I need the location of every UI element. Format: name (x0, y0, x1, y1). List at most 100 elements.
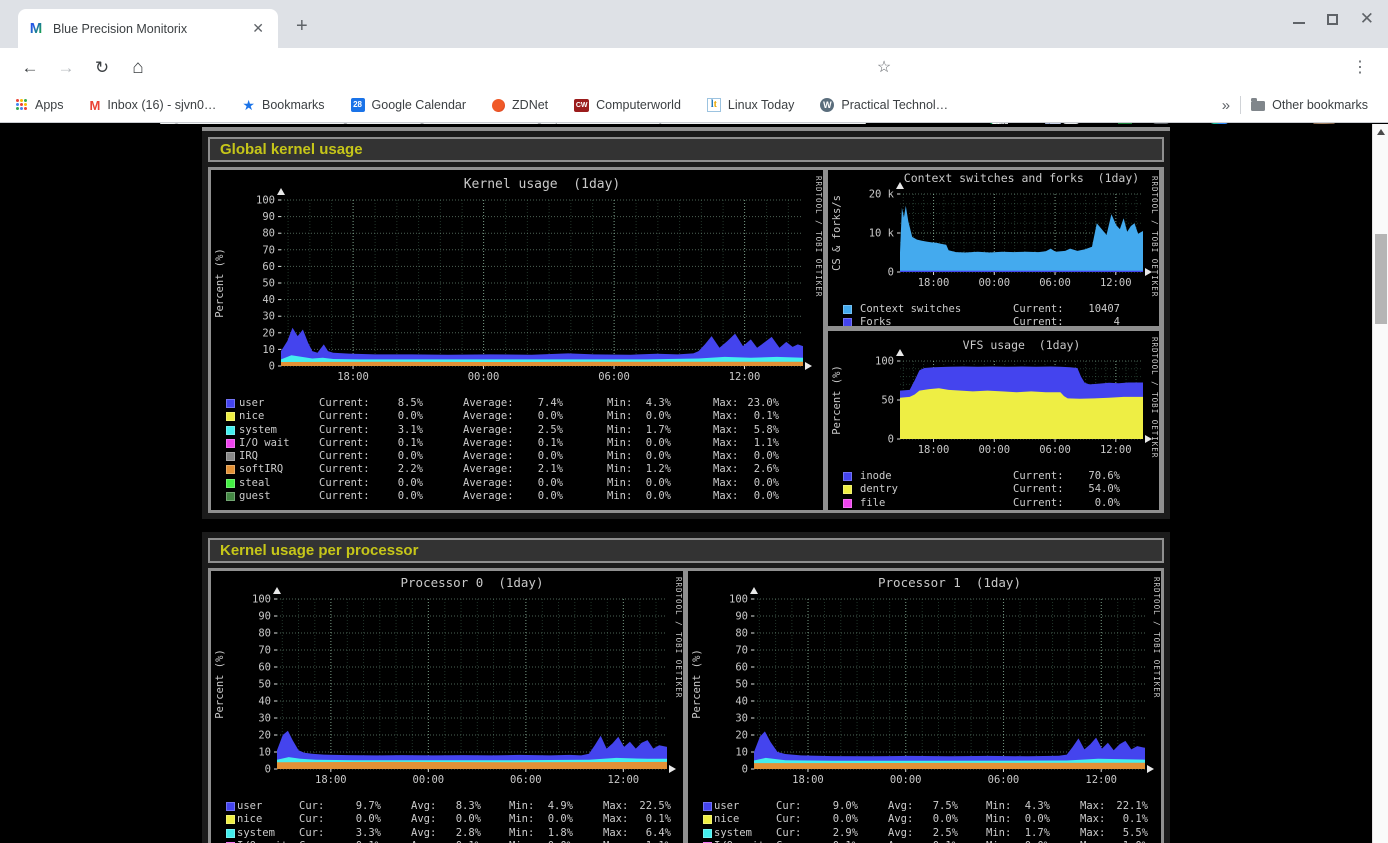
context-switches-graph[interactable]: 18:0000:0006:0012:00010 k20 kContext swi… (828, 170, 1159, 326)
bookmarks-bar: Apps M Inbox (16) - sjvn0… ★ Bookmarks 2… (0, 88, 1388, 123)
svg-text:00:00: 00:00 (978, 277, 1010, 289)
bookmark-label: Inbox (16) - sjvn0… (107, 98, 216, 112)
bookmark-apps[interactable]: Apps (16, 98, 64, 112)
svg-text:06:00: 06:00 (1039, 444, 1071, 456)
minimize-button[interactable] (1293, 22, 1305, 24)
processor1-graph[interactable]: 18:0000:0006:0012:0001020304050607080901… (688, 571, 1161, 843)
page-scrollbar[interactable] (1372, 124, 1388, 843)
svg-text:90: 90 (735, 611, 748, 623)
legend-stat-name: Max: (713, 424, 738, 436)
legend-stat-name: Current: (1013, 483, 1064, 495)
home-button[interactable]: ⌂ (126, 56, 150, 80)
svg-text:20: 20 (735, 730, 748, 742)
legend-stat-value: 9.0% (833, 800, 858, 812)
legend-swatch-softIRQ (226, 465, 235, 474)
legend-stat-name: Current: (319, 410, 370, 422)
legend-stat-value: 8.5% (398, 397, 423, 409)
svg-text:18:00: 18:00 (918, 444, 950, 456)
bookmark-inbox[interactable]: M Inbox (16) - sjvn0… (90, 98, 217, 113)
svg-text:70: 70 (262, 244, 275, 256)
scrollbar-thumb[interactable] (1375, 234, 1387, 324)
legend-row: softIRQCurrent:2.2%Average:2.1%Min:1.2%M… (211, 463, 823, 476)
svg-text:70: 70 (735, 645, 748, 657)
legend-swatch-system (226, 829, 235, 838)
legend-stat-value: 0.0% (646, 490, 671, 502)
back-button[interactable]: ← (18, 56, 42, 80)
legend-stat-name: Average: (463, 463, 514, 475)
legend-stat-name: Min: (986, 827, 1011, 839)
legend-stat-value: 2.1% (538, 463, 563, 475)
browser-menu-icon[interactable]: ⋮ (1348, 56, 1372, 80)
legend-stat-value: 5.5% (1123, 827, 1148, 839)
scrollbar-up-arrow-icon[interactable] (1377, 129, 1385, 135)
legend-stat-value: 23.0% (747, 397, 779, 409)
new-tab-button[interactable]: + (296, 16, 308, 36)
legend-stat-value: 1.7% (646, 424, 671, 436)
legend-label: system (714, 827, 752, 839)
legend-stat-value: 5.8% (754, 424, 779, 436)
legend-stat-value: 3.3% (356, 827, 381, 839)
tab-close-icon[interactable]: ✕ (248, 20, 268, 37)
svg-text:30: 30 (735, 713, 748, 725)
bookmarks-overflow-chevron[interactable]: » (1222, 97, 1230, 114)
legend-stat-value: 2.5% (933, 827, 958, 839)
bookmark-practical-technology[interactable]: W Practical Technol… (820, 98, 948, 112)
svg-text:40: 40 (735, 696, 748, 708)
browser-tab[interactable]: M Blue Precision Monitorix ✕ (18, 9, 278, 48)
bookmark-google-calendar[interactable]: 28 Google Calendar (351, 98, 467, 112)
bookmark-linux-today[interactable]: lt Linux Today (707, 98, 795, 112)
legend-stat-name: Cur: (299, 813, 324, 825)
legend-stat-name: Cur: (776, 813, 801, 825)
proc0-legend: userCur:9.7%Avg:8.3%Min:4.9%Max:22.5%nic… (211, 800, 683, 843)
legend-stat-name: Avg: (888, 813, 913, 825)
legend-stat-value: 1.7% (1025, 827, 1050, 839)
legend-stat-value: 0.0% (398, 450, 423, 462)
processor0-graph[interactable]: 18:0000:0006:0012:0001020304050607080901… (211, 571, 683, 843)
svg-text:50: 50 (735, 679, 748, 691)
legend-label: inode (860, 470, 892, 482)
legend-row: dentryCurrent:54.0% (828, 483, 1159, 496)
zdnet-icon (492, 99, 505, 112)
legend-stat-value: 0.0% (356, 813, 381, 825)
svg-text:00:00: 00:00 (413, 774, 445, 786)
legend-stat-name: Average: (463, 450, 514, 462)
svg-text:90: 90 (262, 211, 275, 223)
svg-text:06:00: 06:00 (510, 774, 542, 786)
legend-stat-value: 0.0% (833, 813, 858, 825)
legend-stat-name: Min: (509, 827, 534, 839)
legend-stat-name: Min: (607, 490, 632, 502)
legend-stat-name: Avg: (411, 813, 436, 825)
reload-button[interactable]: ↻ (90, 56, 114, 80)
bookmark-zdnet[interactable]: ZDNet (492, 98, 548, 112)
svg-text:50: 50 (881, 395, 894, 407)
forward-button[interactable]: → (54, 56, 78, 80)
legend-stat-name: Current: (319, 397, 370, 409)
svg-text:20: 20 (262, 327, 275, 339)
legend-stat-value: 0.1% (754, 410, 779, 422)
right-column: 18:0000:0006:0012:00010 k20 kContext swi… (828, 170, 1159, 510)
maximize-button[interactable] (1327, 14, 1338, 25)
bookmark-bookmarks[interactable]: ★ Bookmarks (242, 97, 324, 114)
legend-stat-value: 6.4% (646, 827, 671, 839)
legend-swatch-nice (703, 815, 712, 824)
legend-stat-name: Min: (986, 800, 1011, 812)
legend-label: I/O wait (239, 437, 290, 449)
other-bookmarks-button[interactable]: Other bookmarks (1251, 98, 1368, 112)
wordpress-icon: W (820, 98, 834, 112)
charts-row: 18:0000:0006:0012:0001020304050607080901… (208, 568, 1164, 843)
legend-label: user (714, 800, 739, 812)
legend-swatch-inode (843, 472, 852, 481)
vfs-usage-graph[interactable]: 18:0000:0006:0012:00050100VFS usage (1da… (828, 331, 1159, 510)
series-forks (900, 271, 1143, 272)
svg-text:80: 80 (262, 228, 275, 240)
svg-text:Processor 1 (1day): Processor 1 (1day) (878, 575, 1021, 590)
bookmark-computerworld[interactable]: CW Computerworld (574, 98, 681, 112)
window-close-button[interactable]: ✕ (1360, 12, 1374, 26)
legend-stat-name: Current: (1013, 303, 1064, 315)
legend-swatch-Forks (843, 318, 852, 326)
svg-text:0: 0 (742, 764, 748, 776)
bookmark-star-icon[interactable]: ☆ (872, 56, 896, 80)
kernel-usage-graph[interactable]: 18:0000:0006:0012:0001020304050607080901… (211, 170, 823, 510)
svg-text:Kernel usage (1day): Kernel usage (1day) (464, 177, 621, 192)
section-header-frame: Global kernel usage (208, 137, 1164, 162)
